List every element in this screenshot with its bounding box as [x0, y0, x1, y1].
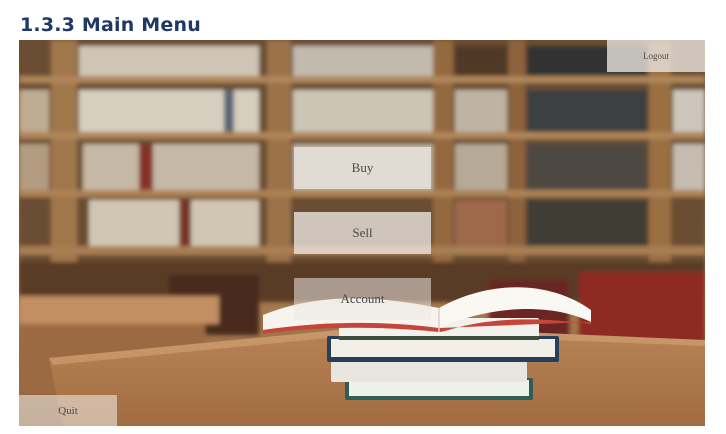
sell-button[interactable]: Sell [294, 212, 431, 254]
buy-button[interactable]: Buy [294, 147, 431, 189]
quit-button[interactable]: Quit [19, 395, 117, 426]
logout-button[interactable]: Logout [607, 40, 705, 72]
main-menu-screen: Buy Sell Account Logout Quit [19, 40, 705, 426]
account-button[interactable]: Account [294, 278, 431, 320]
section-heading: 1.3.3 Main Menu [20, 14, 201, 36]
